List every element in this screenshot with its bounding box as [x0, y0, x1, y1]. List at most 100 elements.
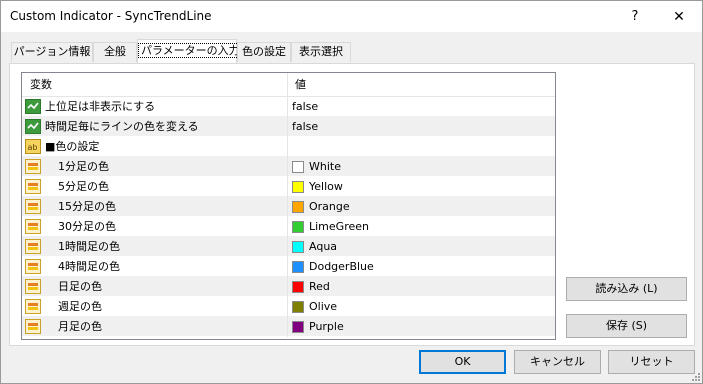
value-text: false: [292, 120, 319, 133]
value-text: Purple: [309, 320, 344, 333]
variable-cell[interactable]: 30分足の色: [22, 217, 288, 237]
value-text: Aqua: [309, 240, 338, 253]
value-cell[interactable]: Red: [288, 277, 555, 297]
resize-grip-icon[interactable]: [690, 371, 700, 381]
svg-text:ab: ab: [28, 143, 38, 152]
value-text: LimeGreen: [309, 220, 369, 233]
variable-cell[interactable]: 1時間足の色: [22, 237, 288, 257]
color-icon: [25, 199, 41, 214]
column-header-variable[interactable]: 変数: [22, 73, 52, 96]
value-cell[interactable]: LimeGreen: [288, 217, 555, 237]
variable-cell[interactable]: 日足の色: [22, 277, 288, 297]
table-row[interactable]: 30分足の色 LimeGreen: [22, 217, 555, 237]
value-cell[interactable]: Yellow: [288, 177, 555, 197]
table-row[interactable]: 15分足の色 Orange: [22, 197, 555, 217]
dialog-window: Custom Indicator - SyncTrendLine ? ✕ パージ…: [0, 0, 703, 384]
color-swatch: [292, 261, 304, 273]
table-row[interactable]: 5分足の色 Yellow: [22, 177, 555, 197]
table-row[interactable]: 週足の色 Olive: [22, 297, 555, 317]
table-row[interactable]: 日足の色 Red: [22, 277, 555, 297]
value-text: false: [292, 100, 319, 113]
color-icon: [25, 219, 41, 234]
value-cell[interactable]: Purple: [288, 317, 555, 337]
value-cell[interactable]: [288, 137, 555, 157]
value-cell[interactable]: false: [288, 117, 555, 137]
color-swatch: [292, 321, 304, 333]
variable-label: 1分足の色: [58, 160, 109, 173]
value-cell[interactable]: Olive: [288, 297, 555, 317]
variable-cell[interactable]: 週足の色: [22, 297, 288, 317]
color-swatch: [292, 181, 304, 193]
help-button[interactable]: ?: [615, 5, 655, 29]
parameter-grid[interactable]: 変数 値 上位足は非表示にする false 時間足毎にラインの色を変える false a…: [21, 72, 556, 340]
variable-label: 時間足毎にラインの色を変える: [45, 120, 199, 133]
grid-header: 変数 値: [22, 73, 555, 97]
variable-cell[interactable]: 時間足毎にラインの色を変える: [22, 117, 288, 137]
variable-label: 15分足の色: [58, 200, 116, 213]
string-icon: ab: [25, 139, 41, 154]
tab-general[interactable]: 全般: [93, 42, 137, 62]
color-icon: [25, 319, 41, 334]
color-icon: [25, 239, 41, 254]
variable-label: 5分足の色: [58, 180, 109, 193]
tab-version[interactable]: パージョン情報: [11, 42, 93, 62]
value-cell[interactable]: Orange: [288, 197, 555, 217]
table-row[interactable]: 月足の色 Purple: [22, 317, 555, 337]
color-icon: [25, 159, 41, 174]
variable-cell[interactable]: ab ■色の設定: [22, 137, 288, 157]
table-row[interactable]: 1分足の色 White: [22, 157, 555, 177]
variable-label: 月足の色: [58, 320, 102, 333]
variable-cell[interactable]: 1分足の色: [22, 157, 288, 177]
save-button[interactable]: 保存 (S): [566, 314, 687, 338]
color-swatch: [292, 161, 304, 173]
cancel-button[interactable]: キャンセル: [514, 350, 601, 374]
tab-visualization[interactable]: 表示選択: [291, 42, 351, 62]
variable-label: 30分足の色: [58, 220, 116, 233]
color-swatch: [292, 301, 304, 313]
variable-cell[interactable]: 上位足は非表示にする: [22, 97, 288, 117]
bool-icon: [25, 119, 41, 134]
window-title: Custom Indicator - SyncTrendLine: [10, 9, 212, 23]
color-swatch: [292, 221, 304, 233]
ok-button[interactable]: OK: [419, 350, 506, 374]
variable-cell[interactable]: 月足の色: [22, 317, 288, 337]
color-swatch: [292, 241, 304, 253]
variable-cell[interactable]: 5分足の色: [22, 177, 288, 197]
variable-label: 4時間足の色: [58, 260, 120, 273]
table-row[interactable]: 時間足毎にラインの色を変える false: [22, 117, 555, 137]
value-text: DodgerBlue: [309, 260, 374, 273]
value-text: Yellow: [309, 180, 343, 193]
variable-label: 週足の色: [58, 300, 102, 313]
value-cell[interactable]: false: [288, 97, 555, 117]
reset-button[interactable]: リセット: [608, 350, 695, 374]
value-cell[interactable]: Aqua: [288, 237, 555, 257]
table-row[interactable]: 4時間足の色 DodgerBlue: [22, 257, 555, 277]
value-text: Olive: [309, 300, 338, 313]
value-cell[interactable]: White: [288, 157, 555, 177]
color-icon: [25, 179, 41, 194]
value-text: Red: [309, 280, 330, 293]
tab-parameters[interactable]: パラメーターの入力: [137, 39, 243, 63]
value-text: Orange: [309, 200, 350, 213]
variable-label: ■色の設定: [45, 140, 100, 153]
color-swatch: [292, 281, 304, 293]
table-row[interactable]: ab ■色の設定: [22, 137, 555, 157]
variable-label: 上位足は非表示にする: [45, 100, 156, 113]
table-row[interactable]: 1時間足の色 Aqua: [22, 237, 555, 257]
tab-colors[interactable]: 色の設定: [237, 42, 291, 62]
color-icon: [25, 299, 41, 314]
table-row[interactable]: 上位足は非表示にする false: [22, 97, 555, 117]
variable-cell[interactable]: 15分足の色: [22, 197, 288, 217]
column-header-value[interactable]: 値: [287, 73, 306, 96]
variable-label: 1時間足の色: [58, 240, 120, 253]
color-swatch: [292, 201, 304, 213]
color-icon: [25, 279, 41, 294]
variable-cell[interactable]: 4時間足の色: [22, 257, 288, 277]
close-button[interactable]: ✕: [657, 5, 701, 29]
value-cell[interactable]: DodgerBlue: [288, 257, 555, 277]
load-button[interactable]: 読み込み (L): [566, 277, 687, 301]
title-bar: Custom Indicator - SyncTrendLine ? ✕: [1, 1, 702, 32]
variable-label: 日足の色: [58, 280, 102, 293]
color-icon: [25, 259, 41, 274]
value-text: White: [309, 160, 341, 173]
